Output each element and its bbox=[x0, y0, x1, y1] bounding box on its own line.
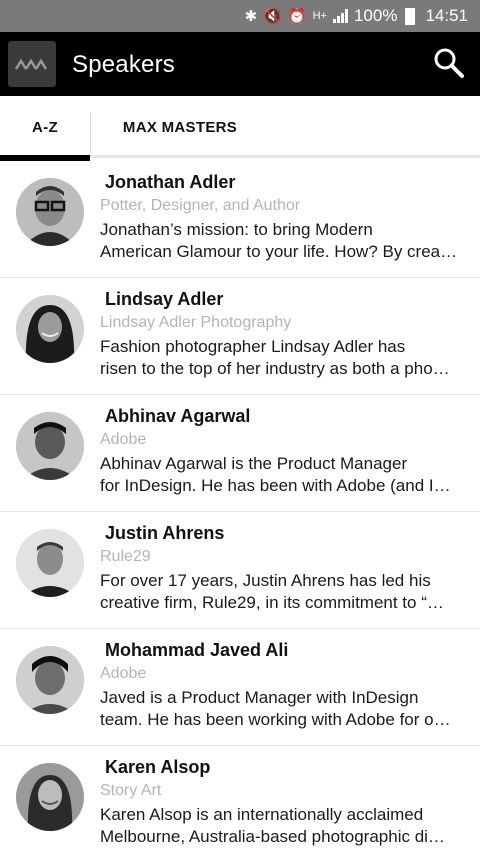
bio-line: Javed is a Product Manager with InDesign bbox=[100, 688, 419, 707]
search-button[interactable] bbox=[432, 46, 466, 80]
avatar bbox=[16, 178, 84, 246]
status-bar: ✱ 🔇 ⏰ H+ 100% 14:51 bbox=[0, 0, 480, 32]
bio-line: Abhinav Agarwal is the Product Manager bbox=[100, 454, 408, 473]
speaker-name: Jonathan Adler bbox=[105, 172, 236, 192]
bio-line: Jonathan’s mission: to bring Modern bbox=[100, 220, 373, 239]
app-bar: Speakers bbox=[0, 32, 480, 96]
speaker-bio: For over 17 years, Justin Ahrens has led… bbox=[100, 570, 472, 614]
max-logo[interactable] bbox=[8, 41, 56, 87]
bio-line: for InDesign. He has been with Adobe (an… bbox=[100, 476, 451, 495]
bio-line: team. He has been working with Adobe for… bbox=[100, 710, 451, 729]
tab-a-z[interactable]: A-Z bbox=[0, 96, 90, 161]
speaker-bio: Jonathan’s mission: to bring Modern Amer… bbox=[100, 219, 472, 263]
speaker-bio: Fashion photographer Lindsay Adler has r… bbox=[100, 336, 472, 380]
speaker-row[interactable]: Abhinav Agarwal Adobe Abhinav Agarwal is… bbox=[0, 395, 480, 512]
avatar bbox=[16, 529, 84, 597]
network-type: H+ bbox=[312, 10, 327, 22]
speaker-organization: Adobe bbox=[100, 431, 147, 448]
speaker-row[interactable]: Justin Ahrens Rule29 For over 17 years, … bbox=[0, 512, 480, 629]
battery-level: 100% bbox=[353, 6, 398, 25]
bio-line: For over 17 years, Justin Ahrens has led… bbox=[100, 571, 431, 590]
search-icon bbox=[434, 48, 464, 78]
speaker-row[interactable]: Mohammad Javed Ali Adobe Javed is a Prod… bbox=[0, 629, 480, 746]
clock: 14:51 bbox=[425, 6, 468, 25]
bio-line: creative firm, Rule29, in its commitment… bbox=[100, 593, 444, 612]
battery-icon bbox=[405, 7, 416, 25]
status-icons: ✱ 🔇 ⏰ H+ bbox=[245, 7, 348, 25]
avatar bbox=[16, 412, 84, 480]
speaker-bio: Karen Alsop is an internationally acclai… bbox=[100, 804, 472, 848]
alarm-icon: ⏰ bbox=[287, 8, 307, 25]
page-title: Speakers bbox=[72, 51, 175, 78]
bio-line: Karen Alsop is an internationally acclai… bbox=[100, 805, 424, 824]
speaker-name: Abhinav Agarwal bbox=[105, 406, 251, 426]
bluetooth-icon: ✱ bbox=[244, 8, 258, 25]
speaker-name: Karen Alsop bbox=[105, 757, 211, 777]
speaker-organization: Adobe bbox=[100, 665, 147, 682]
avatar bbox=[16, 295, 84, 363]
speaker-bio: Javed is a Product Manager with InDesign… bbox=[100, 687, 472, 731]
speaker-organization: Rule29 bbox=[100, 548, 151, 565]
avatar bbox=[16, 763, 84, 831]
speaker-list: Jonathan Adler Potter, Designer, and Aut… bbox=[0, 161, 480, 854]
bio-line: risen to the top of her industry as both… bbox=[100, 359, 450, 378]
tab-bar: A-Z MAX MASTERS bbox=[0, 96, 480, 161]
max-logo-mark bbox=[14, 58, 48, 70]
tab-divider bbox=[90, 112, 91, 154]
tab-label: MAX MASTERS bbox=[122, 118, 238, 136]
tab-max-masters[interactable]: MAX MASTERS bbox=[100, 96, 260, 158]
speaker-row[interactable]: Karen Alsop Story Art Karen Alsop is an … bbox=[0, 746, 480, 854]
speaker-organization: Lindsay Adler Photography bbox=[100, 314, 292, 331]
mute-icon: 🔇 bbox=[263, 8, 282, 25]
signal-icon bbox=[332, 9, 348, 23]
speaker-row[interactable]: Jonathan Adler Potter, Designer, and Aut… bbox=[0, 161, 480, 278]
bio-line: Melbourne, Australia-based photographic … bbox=[100, 827, 445, 846]
speaker-bio: Abhinav Agarwal is the Product Manager f… bbox=[100, 453, 472, 497]
speaker-organization: Story Art bbox=[100, 782, 162, 799]
avatar bbox=[16, 646, 84, 714]
speaker-name: Justin Ahrens bbox=[105, 523, 225, 543]
tab-label: A-Z bbox=[32, 118, 58, 136]
speaker-name: Lindsay Adler bbox=[105, 289, 224, 309]
bio-line: American Glamour to your life. How? By c… bbox=[100, 242, 458, 261]
bio-line: Fashion photographer Lindsay Adler has bbox=[100, 337, 406, 356]
speaker-name: Mohammad Javed Ali bbox=[105, 640, 289, 660]
speaker-organization: Potter, Designer, and Author bbox=[100, 197, 301, 214]
speaker-row[interactable]: Lindsay Adler Lindsay Adler Photography … bbox=[0, 278, 480, 395]
